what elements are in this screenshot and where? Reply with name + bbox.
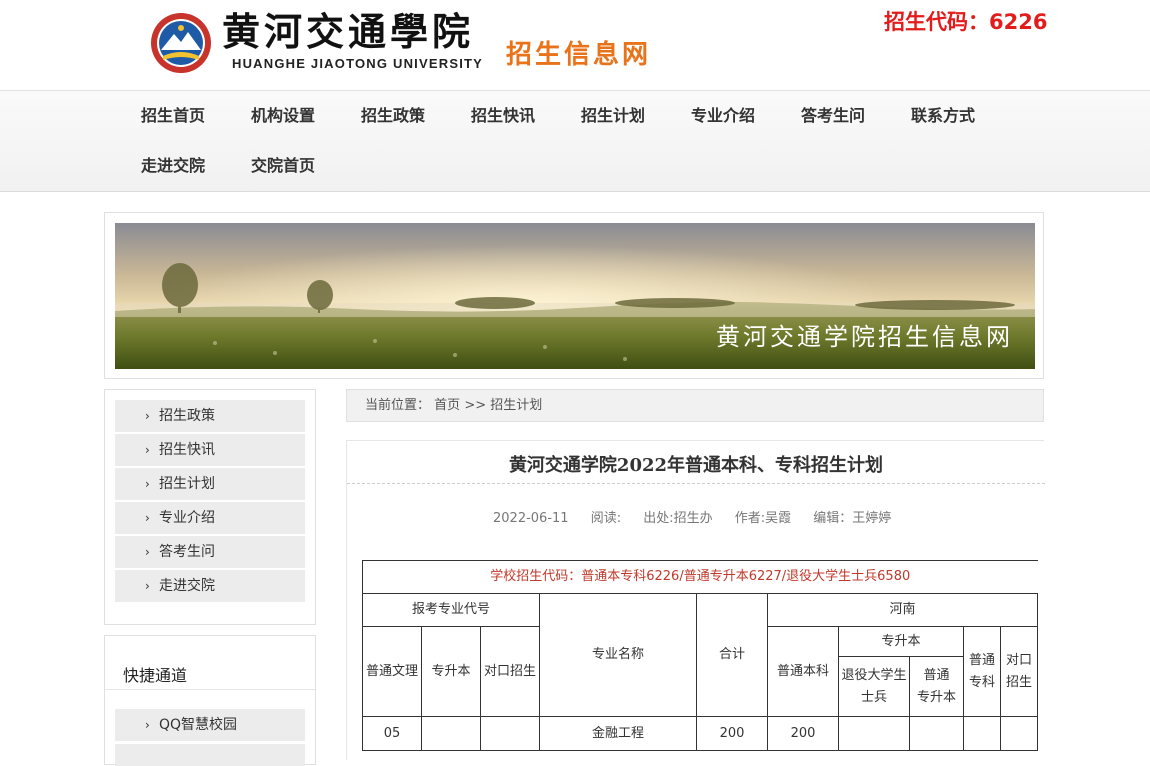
article-date: 2022-06-11: [493, 511, 569, 526]
sidebar-item-label: 答考生问: [159, 544, 215, 560]
sidebar-item-policy[interactable]: › 招生政策: [115, 400, 305, 432]
nav-item-plan[interactable]: 招生计划: [581, 91, 645, 141]
cell-major: 金融工程: [539, 716, 697, 751]
table-row: 05 金融工程 200 200: [362, 716, 1038, 751]
nav-item-qa[interactable]: 答考生问: [801, 91, 865, 141]
quick-link-qq-campus[interactable]: › QQ智慧校园: [115, 709, 305, 741]
article-meta: 2022-06-11 阅读: 出处:招生办 作者:吴霞 编辑：王婷婷: [493, 507, 909, 526]
article-author: 作者:吴霞: [734, 511, 792, 526]
cell-total: 200: [696, 716, 768, 751]
header-zsb: 专升本: [838, 626, 964, 657]
banner-caption: 黄河交通学院招生信息网: [716, 323, 1013, 351]
header-pt-zsb: 普通 专升本: [909, 656, 964, 717]
breadcrumb-current[interactable]: 招生计划: [490, 398, 542, 413]
breadcrumb-separator: >>: [464, 398, 487, 413]
cell-empty: [909, 716, 964, 751]
nav-item-majors[interactable]: 专业介绍: [691, 91, 755, 141]
nav-item-news[interactable]: 招生快讯: [471, 91, 535, 141]
logo-chinese-name: 黄河交通學院: [222, 9, 475, 54]
enrollment-plan-table: 学校招生代码：普通本专科6226/普通专升本6227/退役大学生士兵6580 报…: [362, 560, 1038, 751]
breadcrumb-label: 当前位置：: [365, 398, 431, 413]
nav-item-policy[interactable]: 招生政策: [361, 91, 425, 141]
cell-empty: [963, 716, 1001, 751]
sidebar-item-label: 走进交院: [159, 578, 215, 594]
banner-frame: 黄河交通学院招生信息网: [104, 212, 1044, 379]
cell-empty: [421, 716, 481, 751]
cell-bk: 200: [767, 716, 839, 751]
sidebar-item-majors[interactable]: › 专业介绍: [115, 502, 305, 534]
article-editor: 编辑：王婷婷: [813, 511, 892, 526]
nav-item-organization[interactable]: 机构设置: [251, 91, 315, 141]
header-veteran: 退役大学生士兵: [838, 656, 910, 717]
sidebar-item-label: 专业介绍: [159, 510, 215, 526]
divider: [347, 483, 1045, 484]
site-name: 招生信息网: [506, 40, 652, 70]
chevron-right-icon: ›: [145, 443, 150, 457]
article-source: 出处:招生办: [643, 511, 713, 526]
header-major: 专业名称: [539, 593, 697, 717]
cell-empty: [838, 716, 910, 751]
sidebar-item-news[interactable]: › 招生快讯: [115, 434, 305, 466]
main-nav: 招生首页 机构设置 招生政策 招生快讯 招生计划 专业介绍 答考生问 联系方式 …: [0, 90, 1150, 192]
quick-links: 快捷通道 › QQ智慧校园: [104, 635, 316, 766]
chevron-right-icon: ›: [145, 718, 150, 732]
nav-item-about[interactable]: 走进交院: [141, 141, 205, 191]
header-henan: 河南: [767, 593, 1038, 627]
breadcrumb-home-link[interactable]: 首页: [434, 398, 460, 413]
sidebar-item-plan[interactable]: › 招生计划: [115, 468, 305, 500]
header-total: 合计: [696, 593, 768, 717]
banner-image: 黄河交通学院招生信息网: [115, 223, 1035, 369]
header-upgrade: 专升本: [421, 626, 481, 717]
cell-empty: [480, 716, 540, 751]
sidebar-item-qa[interactable]: › 答考生问: [115, 536, 305, 568]
cell-empty: [1000, 716, 1038, 751]
divider: [105, 689, 315, 690]
site-header: 黄河交通學院 HUANGHE JIAOTONG UNIVERSITY 招生信息网…: [0, 0, 1150, 90]
enrollment-code: 招生代码：6226: [884, 10, 1048, 34]
article-reads: 阅读:: [590, 511, 622, 526]
cell-code: 05: [362, 716, 422, 751]
header-pt-zk: 普通专科: [963, 626, 1001, 717]
chevron-right-icon: ›: [145, 545, 150, 559]
sidebar-item-label: 招生快讯: [159, 442, 215, 458]
header-duikou: 对口招生: [480, 626, 540, 717]
chevron-right-icon: ›: [145, 579, 150, 593]
quick-links-title: 快捷通道: [123, 666, 188, 685]
header-regular: 普通文理: [362, 626, 422, 717]
nav-item-contact[interactable]: 联系方式: [911, 91, 975, 141]
banner-landscape: 黄河交通学院招生信息网: [115, 223, 1035, 369]
header-duikou-2: 对口招生: [1000, 626, 1038, 717]
sidebar-menu: › 招生政策 › 招生快讯 › 招生计划 › 专业介绍 › 答考生问 › 走进交…: [104, 389, 316, 625]
quick-link-next[interactable]: [115, 744, 305, 766]
university-emblem-icon[interactable]: [150, 12, 212, 74]
header-bk: 普通本科: [767, 626, 839, 717]
breadcrumb: 当前位置： 首页 >> 招生计划: [346, 389, 1044, 422]
logo-english-name: HUANGHE JIAOTONG UNIVERSITY: [232, 56, 484, 71]
sidebar-item-label: 招生计划: [159, 476, 215, 492]
chevron-right-icon: ›: [145, 409, 150, 423]
sidebar-item-about[interactable]: › 走进交院: [115, 570, 305, 602]
table-caption: 学校招生代码：普通本专科6226/普通专升本6227/退役大学生士兵6580: [362, 560, 1038, 594]
quick-link-label: QQ智慧校园: [159, 717, 238, 733]
nav-item-university-home[interactable]: 交院首页: [251, 141, 315, 191]
chevron-right-icon: ›: [145, 511, 150, 525]
header-code: 报考专业代号: [362, 593, 540, 627]
chevron-right-icon: ›: [145, 477, 150, 491]
sidebar-item-label: 招生政策: [159, 408, 215, 424]
article-title: 黄河交通学院2022年普通本科、专科招生计划: [508, 455, 884, 476]
nav-item-home[interactable]: 招生首页: [141, 91, 205, 141]
